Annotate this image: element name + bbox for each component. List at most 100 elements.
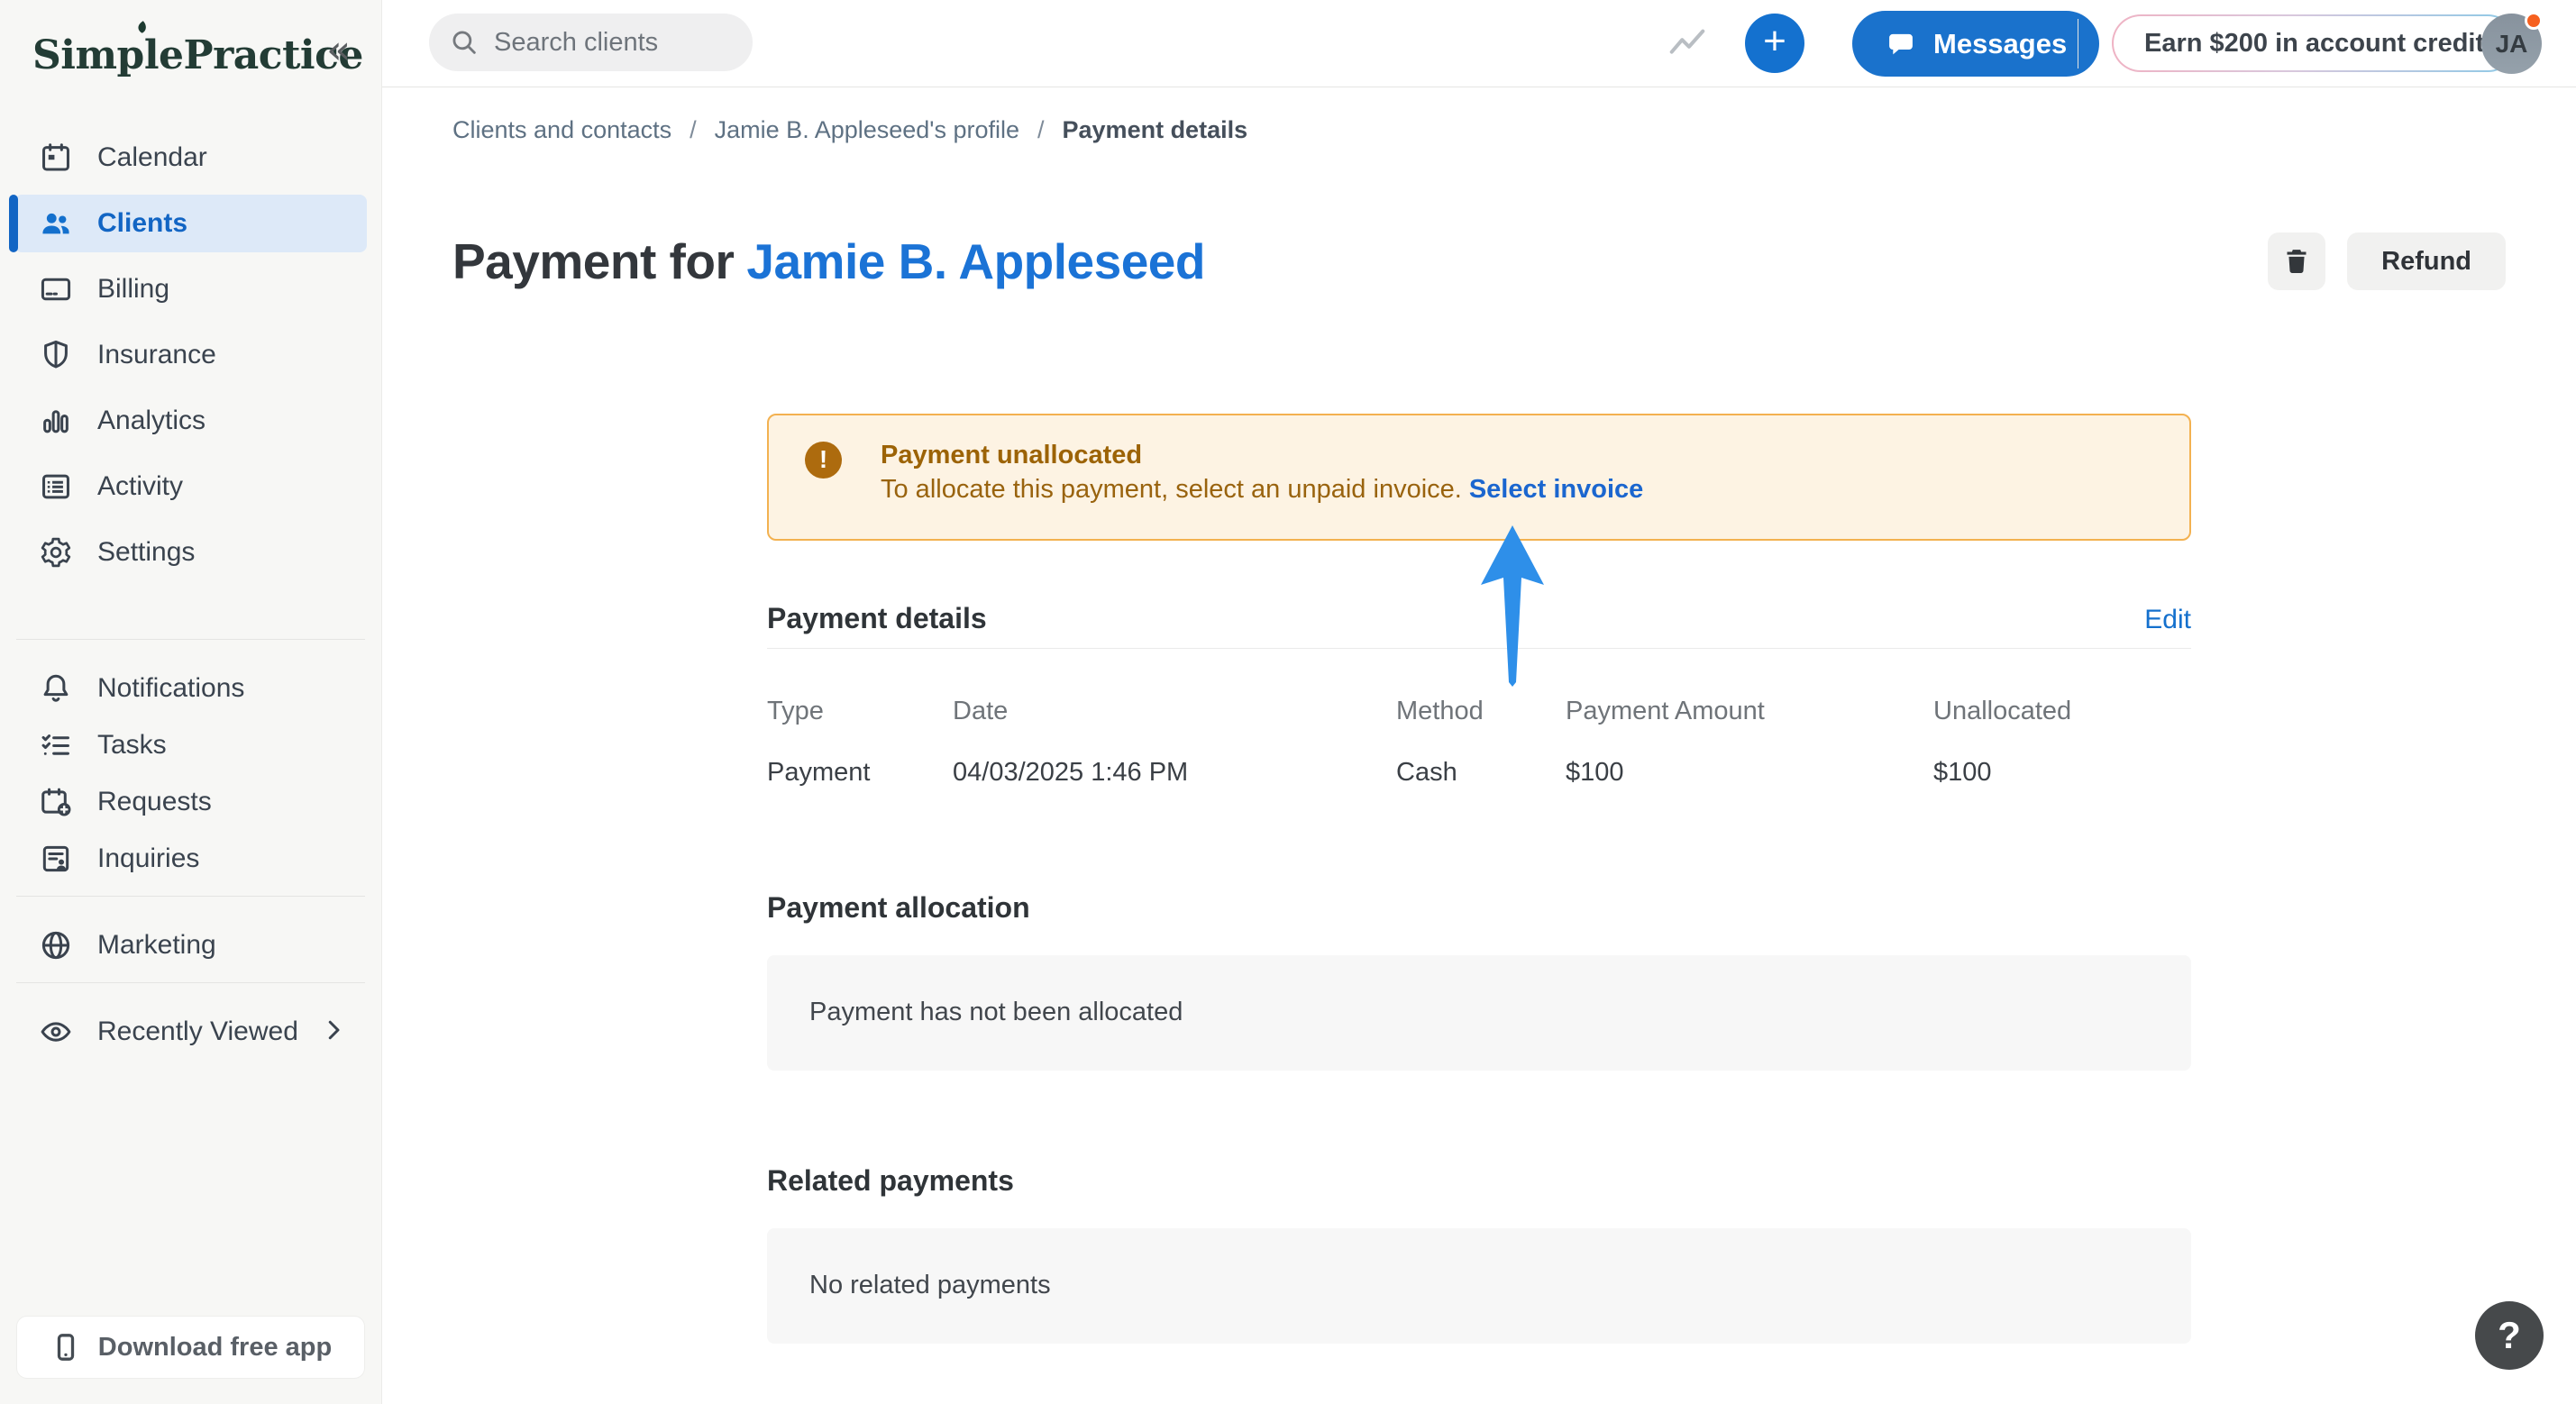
column-header: Date	[953, 696, 1009, 725]
inquiry-document-icon	[38, 841, 74, 877]
message-bubble-icon	[1889, 33, 1913, 54]
breadcrumb-clients-and-contacts[interactable]: Clients and contacts	[452, 116, 671, 144]
payment-unallocated-banner: ! Payment unallocated To allocate this p…	[767, 413, 2191, 541]
breadcrumb: Clients and contacts / Jamie B. Applesee…	[452, 88, 2506, 144]
earn-credit-label: Earn $200 in account credit	[2114, 16, 2516, 70]
sidebar-item-inquiries[interactable]: Inquiries	[14, 834, 367, 884]
sidebar-item-label: Inquiries	[97, 843, 200, 873]
globe-icon	[38, 927, 74, 963]
question-mark-icon: ?	[2498, 1314, 2521, 1356]
brand-logo: SimplePractice	[32, 32, 363, 78]
payment-details-heading: Payment details	[767, 601, 987, 634]
payment-method-value: Cash	[1396, 757, 1457, 787]
page-title: Payment for Jamie B. Appleseed	[452, 236, 1205, 287]
sidebar-item-insurance[interactable]: Insurance	[14, 326, 367, 384]
banner-title: Payment unallocated	[881, 440, 1143, 470]
sidebar-item-label: Calendar	[97, 142, 207, 172]
column-header: Method	[1396, 696, 1484, 725]
payment-type-value: Payment	[767, 757, 871, 787]
warning-icon: !	[805, 441, 842, 479]
select-invoice-link[interactable]: Select invoice	[1469, 475, 1643, 504]
column-header: Payment Amount	[1566, 696, 1765, 725]
breadcrumb-separator: /	[690, 116, 697, 143]
title-actions: Refund	[2268, 232, 2506, 291]
sidebar-item-settings[interactable]: Settings	[14, 524, 367, 581]
sidebar-item-label: Settings	[97, 537, 196, 567]
sidebar-item-label: Marketing	[97, 930, 216, 960]
sidebar-item-billing[interactable]: Billing	[14, 260, 367, 318]
trend-line-icon[interactable]	[1667, 23, 1708, 65]
payment-allocation-empty-state: Payment has not been allocated	[767, 954, 2191, 1071]
sidebar-divider	[16, 639, 365, 640]
banner-body: To allocate this payment, select an unpa…	[881, 472, 2153, 506]
sidebar-divider	[16, 896, 365, 897]
sidebar-item-notifications[interactable]: Notifications	[14, 663, 367, 714]
sidebar-item-label: Recently Viewed	[97, 1017, 298, 1046]
sidebar-item-calendar[interactable]: Calendar	[14, 129, 367, 187]
messages-button[interactable]: Messages	[1852, 11, 2100, 77]
calendar-icon	[38, 140, 74, 176]
payment-date-value: 04/03/2025 1:46 PM	[953, 757, 1189, 787]
sidebar-item-tasks[interactable]: Tasks	[14, 720, 367, 770]
sidebar-item-label: Clients	[97, 208, 188, 238]
payment-allocation-header: Payment allocation	[767, 889, 2191, 925]
related-payments-heading: Related payments	[767, 1163, 1014, 1197]
eye-icon	[38, 1014, 74, 1050]
payment-unallocated-value: $100	[1933, 757, 1992, 787]
sidebar-item-activity[interactable]: Activity	[14, 458, 367, 515]
column-header: Unallocated	[1933, 696, 2072, 725]
related-payments-header: Related payments	[767, 1162, 2191, 1199]
payment-details-header: Payment details Edit	[767, 600, 2191, 636]
sidebar: SimplePractice « Calendar Clients Billin…	[0, 0, 382, 1404]
sidebar-item-label: Analytics	[97, 406, 206, 435]
plus-icon: +	[1763, 19, 1786, 63]
app-root: SimplePractice « Calendar Clients Billin…	[0, 0, 2576, 1404]
sidebar-item-analytics[interactable]: Analytics	[14, 392, 367, 450]
activity-list-icon	[38, 469, 74, 505]
client-name-link[interactable]: Jamie B. Appleseed	[746, 233, 1205, 289]
sidebar-item-label: Insurance	[97, 340, 216, 369]
sidebar-collapse-icon[interactable]: «	[326, 31, 351, 70]
leaf-icon	[138, 21, 146, 33]
breadcrumb-separator: /	[1037, 116, 1045, 143]
payment-details-table: Type Date Method Payment Amount Unalloca…	[767, 696, 2191, 788]
gear-icon	[38, 534, 74, 570]
logo-row: SimplePractice «	[0, 0, 381, 108]
delete-payment-button[interactable]	[2268, 232, 2326, 291]
avatar-initials: JA	[2495, 29, 2528, 58]
topbar: + Messages Earn $200 in account credit J…	[382, 0, 2576, 87]
bar-chart-icon	[38, 403, 74, 439]
payment-amount-value: $100	[1566, 757, 1624, 787]
sidebar-item-label: Notifications	[97, 673, 245, 703]
search-icon	[452, 31, 476, 54]
earn-credit-button[interactable]: Earn $200 in account credit	[2112, 14, 2517, 72]
avatar[interactable]: JA	[2481, 12, 2543, 74]
section-divider	[767, 647, 2191, 649]
main-content: Clients and contacts / Jamie B. Applesee…	[382, 88, 2576, 1404]
sidebar-item-recently-viewed[interactable]: Recently Viewed	[14, 1007, 367, 1057]
related-payments-empty-state: No related payments	[767, 1227, 2191, 1344]
title-row: Payment for Jamie B. Appleseed Refund	[452, 204, 2506, 320]
chevron-right-icon	[320, 1017, 347, 1048]
sidebar-item-label: Tasks	[97, 730, 167, 760]
search-bar	[429, 14, 753, 71]
refund-button[interactable]: Refund	[2347, 232, 2506, 291]
sidebar-divider	[16, 982, 365, 983]
search-input[interactable]	[492, 26, 739, 59]
bell-icon	[38, 670, 74, 707]
help-button[interactable]: ?	[2475, 1301, 2544, 1370]
create-new-button[interactable]: +	[1745, 14, 1804, 73]
notification-dot	[2525, 12, 2543, 30]
breadcrumb-client-profile[interactable]: Jamie B. Appleseed's profile	[715, 116, 1019, 144]
download-app-label: Download free app	[97, 1332, 333, 1362]
breadcrumb-current: Payment details	[1062, 116, 1248, 143]
edit-link[interactable]: Edit	[2144, 605, 2191, 635]
download-app-button[interactable]: Download free app	[16, 1316, 365, 1379]
calendar-plus-icon	[38, 784, 74, 820]
sidebar-item-label: Billing	[97, 274, 170, 304]
trash-icon	[2287, 250, 2307, 274]
sidebar-item-marketing[interactable]: Marketing	[14, 920, 367, 971]
sidebar-item-requests[interactable]: Requests	[14, 777, 367, 827]
sidebar-nav: Calendar Clients Billing Insurance Analy…	[0, 108, 381, 1057]
sidebar-item-clients[interactable]: Clients	[9, 195, 367, 252]
